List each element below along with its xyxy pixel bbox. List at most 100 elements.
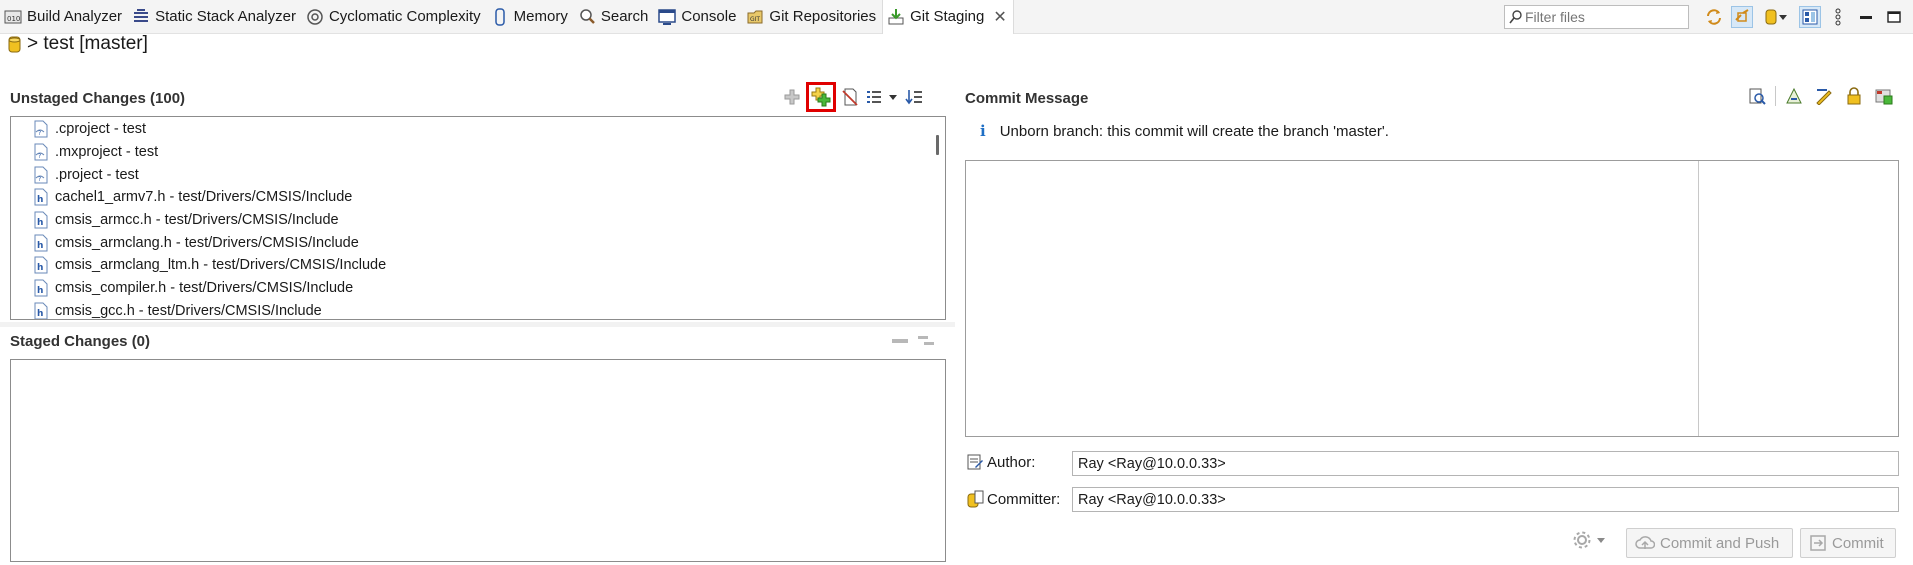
unstaged-changes-header: Unstaged Changes (100) — [10, 85, 185, 111]
tab-memory[interactable]: Memory — [487, 0, 574, 33]
unstaged-list-scrollbar[interactable] — [931, 117, 945, 319]
add-all-plus-icon — [811, 87, 831, 107]
list-item[interactable]: h cmsis_armcc.h - test/Drivers/CMSIS/Incl… — [11, 209, 945, 232]
commit-message-textarea[interactable] — [965, 160, 1899, 437]
svg-text:h: h — [37, 218, 43, 228]
presentation-menu-button[interactable] — [864, 85, 900, 109]
cloud-push-icon — [1635, 536, 1655, 549]
filter-files-input[interactable] — [1523, 7, 1677, 26]
add-to-index-button[interactable] — [780, 85, 804, 109]
unborn-branch-text: Unborn branch: this commit will create t… — [999, 122, 1389, 140]
amend-button[interactable] — [1782, 84, 1806, 108]
tab-build-analyzer[interactable]: 010 Build Analyzer — [0, 0, 128, 33]
file-name: cmsis_armcc.h - test/Drivers/CMSIS/Inclu… — [55, 212, 339, 229]
layout-toggle-button[interactable] — [1799, 5, 1821, 28]
switch-repository-button[interactable] — [1759, 6, 1793, 28]
tab-git-staging[interactable]: Git Staging ✕ — [882, 0, 1014, 34]
header-file-icon: h — [34, 256, 48, 274]
search-icon — [580, 8, 595, 24]
remove-all-from-index-button[interactable] — [914, 329, 938, 353]
horizontal-splitter[interactable] — [0, 322, 955, 327]
file-name: cachel1_armv7.h - test/Drivers/CMSIS/Inc… — [55, 189, 353, 206]
filter-search-icon — [1509, 9, 1522, 23]
tab-label: Cyclomatic Complexity — [328, 8, 481, 25]
ignore-icon — [842, 88, 858, 106]
staged-files-list[interactable] — [10, 359, 946, 562]
link-with-selection-icon — [1735, 8, 1749, 22]
tab-console[interactable]: Console — [654, 0, 742, 33]
sort-icon — [905, 90, 922, 105]
file-name: cmsis_compiler.h - test/Drivers/CMSIS/In… — [55, 280, 354, 297]
sign-off-button[interactable] — [1812, 84, 1836, 108]
svg-text:h: h — [37, 286, 43, 296]
unstaged-toolbar — [780, 82, 926, 112]
modified-file-icon: ? — [34, 120, 48, 138]
header-file-icon: h — [34, 234, 48, 252]
svg-text:h: h — [37, 309, 43, 319]
tab-label: Console — [681, 8, 737, 25]
tab-search[interactable]: Search — [574, 0, 655, 33]
committer-icon — [967, 490, 984, 508]
commit-and-push-button[interactable]: Commit and Push — [1626, 528, 1793, 558]
git-staging-icon — [888, 8, 904, 24]
list-item[interactable]: h cmsis_compiler.h - test/Drivers/CMSIS/I… — [11, 277, 945, 300]
repository-title: > test [master] — [8, 33, 148, 54]
file-name: .project - test — [55, 166, 139, 183]
stack-analyzer-icon — [134, 8, 149, 22]
list-item[interactable]: h cmsis_gcc.h - test/Drivers/CMSIS/Includ… — [11, 300, 945, 319]
dropdown-arrow-icon — [1779, 14, 1787, 20]
list-item[interactable]: h cmsis_armclang.h - test/Drivers/CMSIS/I… — [11, 231, 945, 254]
svg-text:010: 010 — [7, 15, 20, 23]
unstaged-files-list[interactable]: ? .cproject - test ? .mxproject - test ? .p… — [10, 116, 946, 320]
repository-title-text: > test [master] — [27, 33, 148, 54]
link-selection-button[interactable] — [1731, 5, 1753, 28]
sync-icon — [1707, 8, 1721, 25]
gpg-sign-button[interactable] — [1842, 84, 1866, 108]
dropdown-arrow-icon — [889, 95, 897, 100]
staged-changes-title: Staged Changes (0) — [10, 332, 151, 350]
add-change-id-button[interactable] — [1872, 84, 1896, 108]
maximize-view-button[interactable] — [1883, 6, 1905, 28]
modified-file-icon: ? — [34, 143, 48, 161]
add-all-to-index-button[interactable] — [806, 82, 836, 112]
svg-text:h: h — [37, 195, 43, 205]
tab-cyclomatic-complexity[interactable]: Cyclomatic Complexity — [302, 0, 487, 33]
show-changes-button[interactable] — [1745, 84, 1769, 108]
file-name: .mxproject - test — [55, 144, 159, 161]
staged-toolbar — [888, 329, 938, 353]
file-name: cmsis_gcc.h - test/Drivers/CMSIS/Include — [55, 302, 322, 319]
tab-git-repositories[interactable]: GIT Git Repositories — [742, 0, 882, 33]
refresh-sync-button[interactable] — [1703, 6, 1725, 28]
author-label: Author: — [966, 453, 1035, 471]
list-item[interactable]: h cmsis_armclang_ltm.h - test/Drivers/CMS… — [11, 254, 945, 277]
message-margin-line — [1698, 161, 1699, 436]
memory-icon — [494, 7, 505, 26]
sort-button[interactable] — [902, 85, 926, 109]
ignore-file-button[interactable] — [838, 85, 862, 109]
remove-from-index-button[interactable] — [888, 329, 912, 353]
list-item[interactable]: ? .cproject - test — [11, 118, 945, 141]
committer-input[interactable]: Ray <Ray@10.0.0.33> — [1072, 487, 1899, 512]
info-icon: i — [980, 122, 986, 140]
commit-toolbar — [1745, 84, 1896, 108]
commit-options-dropdown[interactable] — [1572, 530, 1606, 550]
list-item[interactable]: ? .project - test — [11, 163, 945, 186]
tab-label: Static Stack Analyzer — [155, 8, 296, 25]
author-input[interactable]: Ray <Ray@10.0.0.33> — [1072, 451, 1899, 476]
filter-files-box — [1504, 4, 1689, 29]
list-item[interactable]: ? .mxproject - test — [11, 141, 945, 164]
lock-icon — [1847, 87, 1861, 105]
file-name: .cproject - test — [55, 121, 147, 138]
list-item[interactable]: h cachel1_armv7.h - test/Drivers/CMSIS/In… — [11, 186, 945, 209]
minimize-view-button[interactable] — [1855, 6, 1877, 28]
file-name: cmsis_armclang_ltm.h - test/Drivers/CMSI… — [55, 257, 387, 274]
close-tab-icon[interactable]: ✕ — [993, 7, 1006, 27]
scrollbar-thumb[interactable] — [936, 135, 939, 155]
tab-static-stack-analyzer[interactable]: Static Stack Analyzer — [128, 0, 302, 33]
commit-button[interactable]: Commit — [1800, 528, 1896, 558]
commit-and-push-label: Commit and Push — [1660, 534, 1780, 552]
view-menu-icon — [1835, 8, 1841, 25]
toolbar-separator — [1775, 86, 1776, 106]
view-menu-button[interactable] — [1827, 6, 1849, 28]
staged-changes-header: Staged Changes (0) — [10, 328, 150, 354]
